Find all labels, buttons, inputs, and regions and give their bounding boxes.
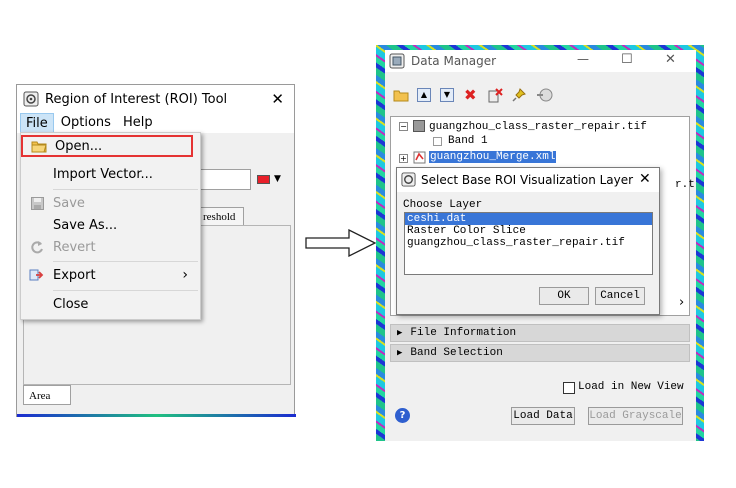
load-in-new-view-label: Load in New View	[578, 381, 684, 393]
menu-item-export[interactable]: Export ›	[21, 264, 200, 286]
roi-color-swatch[interactable]	[257, 175, 270, 184]
open-file-icon[interactable]	[393, 88, 409, 105]
tab-threshold-label: reshold	[203, 211, 236, 223]
save-disk-icon	[21, 196, 53, 210]
menu-item-save-as[interactable]: Save As...	[21, 214, 200, 236]
band-selection-label: Band Selection	[410, 347, 503, 359]
roi-menu-bar: File Options Help	[17, 113, 294, 133]
dialog-title: Select Base ROI Visualization Layer	[421, 173, 634, 187]
tree-expand-icon[interactable]: +	[399, 154, 408, 163]
menu-item-close-label: Close	[53, 296, 89, 312]
link-icon[interactable]	[535, 87, 553, 106]
roi-app-icon	[23, 91, 39, 107]
roi-title-bar: Region of Interest (ROI) Tool ✕	[17, 85, 294, 113]
tab-threshold[interactable]: reshold	[200, 207, 244, 225]
ok-label: OK	[557, 290, 571, 302]
list-item[interactable]: ceshi.dat	[405, 213, 652, 225]
dm-minimize-button[interactable]: —	[577, 52, 589, 66]
menu-item-import-vector[interactable]: Import Vector...	[21, 163, 200, 185]
tree-scroll-right-icon[interactable]: ›	[679, 295, 684, 310]
cancel-button[interactable]: Cancel	[595, 287, 645, 305]
menu-item-open[interactable]: Open...	[21, 135, 193, 157]
dialog-title-bar: Select Base ROI Visualization Layer ✕	[397, 168, 659, 192]
menu-item-save[interactable]: Save	[21, 192, 200, 214]
band-selection-section[interactable]: ▶ Band Selection	[390, 344, 690, 362]
roi-close-button[interactable]: ✕	[271, 90, 284, 108]
menu-item-save-label: Save	[53, 195, 85, 211]
tab-area-label: Area	[29, 390, 51, 402]
color-dropdown-arrow-icon[interactable]: ▼	[274, 174, 281, 184]
load-data-label: Load Data	[513, 410, 573, 422]
menu-item-save-as-label: Save As...	[53, 217, 118, 233]
submenu-arrow-icon: ›	[182, 267, 188, 283]
band-checkbox[interactable]	[433, 137, 442, 146]
move-up-icon[interactable]: ▲	[417, 88, 431, 102]
list-item[interactable]: guangzhou_class_raster_repair.tif	[405, 237, 652, 249]
select-layer-dialog: Select Base ROI Visualization Layer ✕ Ch…	[396, 167, 660, 315]
roi-window-title: Region of Interest (ROI) Tool	[45, 91, 228, 107]
load-data-button[interactable]: Load Data	[511, 407, 575, 425]
pin-icon[interactable]	[512, 88, 526, 105]
menu-help[interactable]: Help	[118, 113, 158, 133]
tab-area[interactable]: Area	[23, 385, 71, 405]
menu-file[interactable]: File	[20, 113, 54, 133]
export-icon	[21, 268, 53, 282]
choose-layer-label: Choose Layer	[403, 199, 483, 211]
remove-all-icon[interactable]	[488, 88, 503, 106]
menu-item-close[interactable]: Close	[21, 293, 200, 315]
file-information-label: File Information	[410, 327, 517, 339]
tree-item-merge-xml[interactable]: guangzhou_Merge.xml	[429, 151, 557, 163]
expand-triangle-icon: ▶	[397, 348, 403, 358]
dialog-close-button[interactable]: ✕	[639, 171, 651, 187]
help-icon[interactable]: ?	[395, 408, 410, 423]
menu-item-export-label: Export	[53, 267, 96, 283]
dm-maximize-button[interactable]: ☐	[621, 52, 633, 67]
roi-name-field[interactable]	[197, 169, 251, 190]
open-folder-icon	[23, 139, 55, 153]
layer-listbox[interactable]: ceshi.dat Raster Color Slice guangzhou_c…	[404, 212, 653, 275]
menu-item-open-label: Open...	[55, 138, 103, 154]
move-down-icon[interactable]: ▼	[440, 88, 454, 102]
load-grayscale-label: Load Grayscale	[589, 410, 682, 422]
dm-toolbar: ▲ ▼ ✖	[385, 86, 585, 106]
menu-item-revert[interactable]: Revert	[21, 236, 200, 258]
tree-item-raster-file[interactable]: guangzhou_class_raster_repair.tif	[429, 121, 647, 133]
dm-title-bar: Data Manager — ☐ ✕	[385, 50, 696, 72]
roi-file-icon	[413, 150, 427, 167]
expand-triangle-icon: ▶	[397, 328, 403, 338]
menu-item-import-vector-label: Import Vector...	[53, 166, 153, 182]
list-item[interactable]: Raster Color Slice	[405, 225, 652, 237]
load-in-new-view-checkbox[interactable]	[563, 382, 575, 394]
menu-item-revert-label: Revert	[53, 239, 96, 255]
raster-file-icon	[413, 120, 425, 132]
file-information-section[interactable]: ▶ File Information	[390, 324, 690, 342]
dm-app-icon	[389, 53, 405, 72]
menu-separator	[53, 189, 198, 190]
menu-options[interactable]: Options	[56, 113, 116, 133]
tree-collapse-icon[interactable]: −	[399, 122, 408, 131]
ok-button[interactable]: OK	[539, 287, 589, 305]
menu-separator	[53, 290, 198, 291]
menu-separator	[53, 261, 198, 262]
cancel-label: Cancel	[600, 290, 640, 302]
file-menu-dropdown: Open... Import Vector... Save Save As...…	[20, 132, 201, 320]
revert-icon	[21, 240, 53, 254]
right-arrow-icon	[305, 228, 377, 260]
color-swatch-fill	[258, 176, 269, 183]
dm-close-button[interactable]: ✕	[665, 52, 676, 67]
roi-window-bottom-border	[17, 414, 296, 417]
dm-window-title: Data Manager	[411, 54, 497, 68]
dialog-app-icon	[401, 172, 416, 190]
remove-icon[interactable]: ✖	[464, 86, 477, 104]
load-grayscale-button[interactable]: Load Grayscale	[588, 407, 683, 425]
tree-item-band[interactable]: Band 1	[448, 135, 488, 147]
tree-item-truncated: r.t	[675, 179, 695, 191]
